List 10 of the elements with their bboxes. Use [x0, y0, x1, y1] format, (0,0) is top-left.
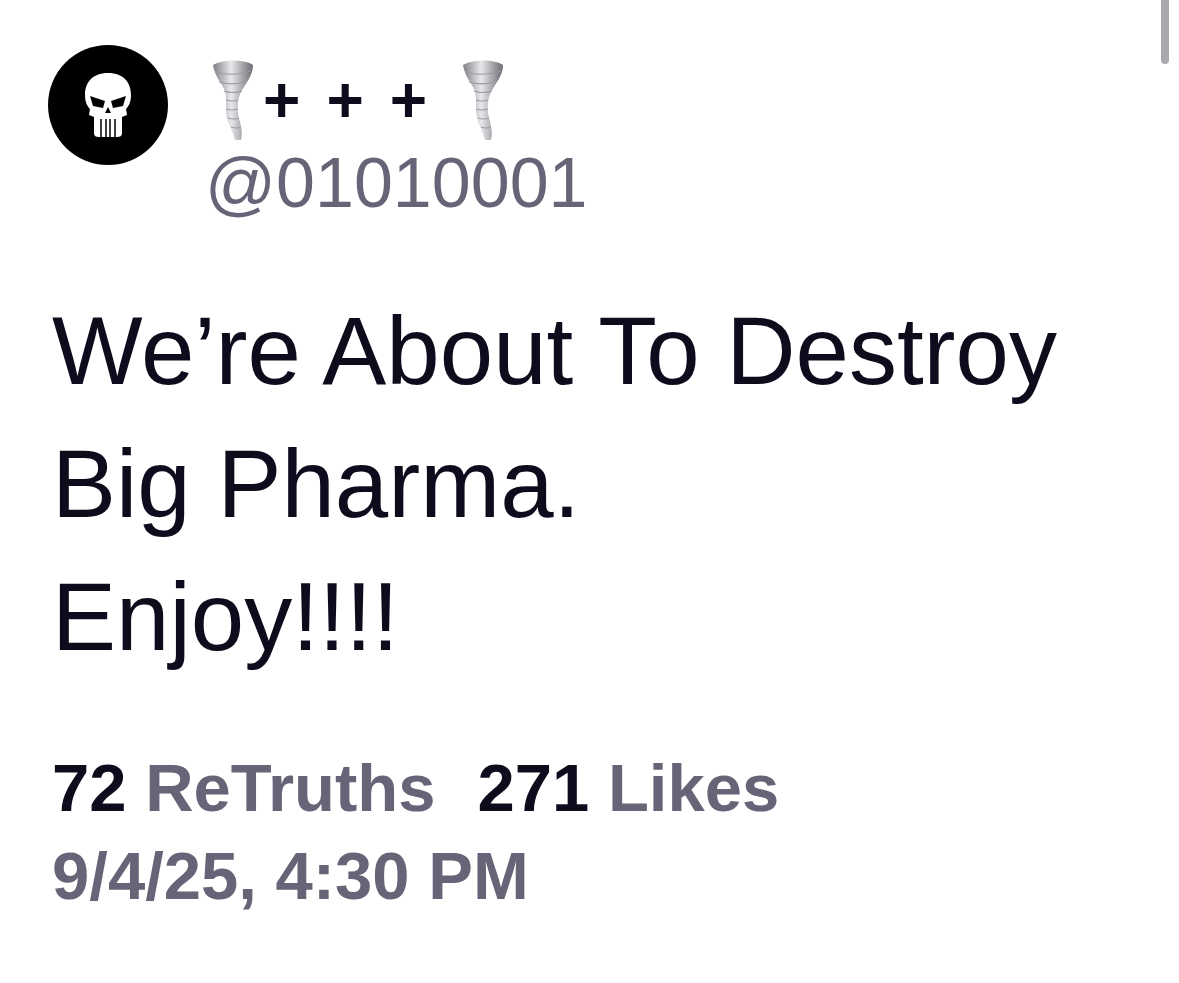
user-handle[interactable]: @01010001: [205, 143, 588, 223]
scrollbar: [1161, 0, 1169, 64]
display-name: +++: [263, 68, 454, 132]
skull-avatar-icon[interactable]: [48, 45, 168, 165]
post-timestamp: 9/4/25, 4:30 PM: [51, 837, 529, 915]
stat-link[interactable]: 72 ReTruths: [52, 744, 436, 832]
post-text: We’re About To Destroy Big Pharma. Enjoy!!!!: [51, 296, 1058, 672]
tornado-icon: [463, 60, 504, 140]
stat-link[interactable]: 271 Likes: [477, 744, 780, 832]
tornado-icon: [213, 60, 253, 140]
